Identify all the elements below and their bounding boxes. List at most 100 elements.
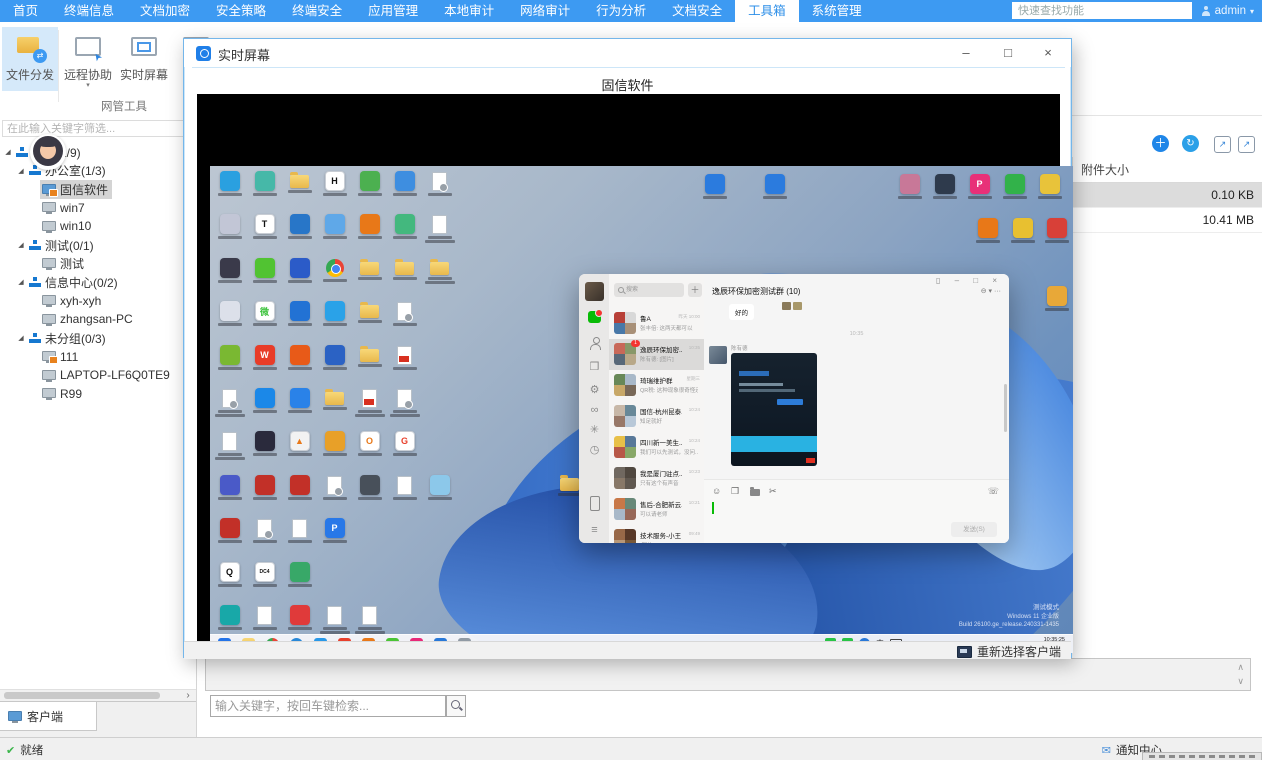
refresh-button[interactable]: ↻	[1182, 135, 1199, 152]
desktop-icon[interactable]	[705, 174, 725, 194]
desktop-icon[interactable]: W	[255, 345, 275, 365]
folder-icon[interactable]	[360, 262, 379, 275]
desktop-icon[interactable]	[220, 258, 240, 278]
desktop-icon-cell[interactable]	[892, 174, 927, 199]
desktop-icon[interactable]	[255, 475, 275, 495]
desktop-icon-cell[interactable]	[212, 388, 247, 417]
chat-list-item[interactable]: 四川新一美生...10:24我们可以先测试，没问...	[609, 432, 704, 463]
menu-item-行为分析[interactable]: 行为分析	[583, 0, 659, 22]
desktop-icon[interactable]	[360, 171, 380, 191]
desktop-icon[interactable]	[935, 174, 955, 194]
desktop-icon[interactable]	[220, 171, 240, 191]
file-icon[interactable]	[432, 215, 447, 234]
desktop-icon[interactable]	[900, 174, 920, 194]
sender-avatar[interactable]	[709, 346, 727, 364]
contacts-icon[interactable]	[589, 337, 601, 349]
desktop-icon[interactable]	[1047, 218, 1067, 238]
tree-item-测试(0/1)[interactable]: ◢测试(0/1)	[0, 236, 213, 254]
chat-icon[interactable]	[588, 311, 601, 323]
desktop-icon[interactable]	[290, 214, 310, 234]
desktop-icon-cell[interactable]: W	[247, 345, 282, 370]
desktop-icon[interactable]: P	[325, 518, 345, 538]
desktop-icon-cell[interactable]	[212, 605, 247, 630]
desktop-icon-cell[interactable]	[282, 171, 317, 193]
tab-clients[interactable]: 客户端	[0, 702, 97, 731]
desktop-icon[interactable]: H	[325, 171, 345, 191]
desktop-icon-cell[interactable]	[1039, 218, 1073, 243]
menu-item-系统管理[interactable]: 系统管理	[799, 0, 875, 22]
export-button[interactable]: ↗	[1214, 136, 1231, 153]
search-button[interactable]	[446, 695, 466, 717]
desktop-icon-cell[interactable]	[212, 475, 247, 500]
desktop-icon-cell[interactable]	[387, 475, 422, 500]
message-image[interactable]	[731, 353, 817, 466]
gearfile-icon[interactable]	[432, 172, 447, 191]
tree-expander-icon[interactable]: ◢	[4, 148, 12, 156]
desktop-icon-cell[interactable]	[247, 518, 282, 543]
tree-item-办公室(1/3)[interactable]: ◢办公室(1/3)	[0, 162, 213, 180]
menu-icon[interactable]: ≡	[588, 524, 601, 537]
desktop-icon-cell[interactable]: G	[387, 431, 422, 456]
add-button[interactable]: ＋	[1152, 135, 1169, 152]
desktop-icon[interactable]	[290, 345, 310, 365]
desktop-icon-cell[interactable]	[282, 605, 317, 630]
inf-icon[interactable]: ∞	[588, 404, 601, 417]
desktop-icon-cell[interactable]	[352, 258, 387, 280]
desktop-icon-cell[interactable]	[757, 174, 792, 199]
desktop-icon-cell[interactable]	[247, 171, 282, 196]
file-icon[interactable]	[397, 476, 412, 495]
menu-item-本地审计[interactable]: 本地审计	[431, 0, 507, 22]
desktop-icon[interactable]	[220, 345, 240, 365]
folder-icon[interactable]	[560, 478, 579, 491]
desktop-icon[interactable]: O	[360, 431, 380, 451]
desktop-icon[interactable]	[395, 214, 415, 234]
desktop-icon-cell[interactable]	[352, 605, 387, 634]
wechat-new-chat-button[interactable]: ＋	[688, 283, 702, 297]
desktop-icon-cell[interactable]	[212, 518, 247, 543]
desktop-icon-cell[interactable]	[387, 214, 422, 239]
desktop-icon-cell[interactable]	[927, 174, 962, 199]
desktop-icon-cell[interactable]	[317, 431, 352, 456]
desktop-icon[interactable]	[220, 605, 240, 625]
tree-expander-icon[interactable]: ◢	[17, 241, 25, 249]
maximize-button[interactable]: □	[991, 43, 1025, 63]
desktop-icon-cell[interactable]	[282, 518, 317, 543]
desktop-icon[interactable]	[1047, 286, 1067, 306]
desktop-icon-cell[interactable]	[352, 171, 387, 196]
table-row[interactable]: 0.10 KB	[1072, 183, 1262, 208]
tree-filter-input[interactable]	[2, 120, 192, 137]
desktop-icon[interactable]: DC4	[255, 562, 275, 582]
desktop-icon-cell[interactable]	[317, 214, 352, 239]
desktop-icon[interactable]	[220, 518, 240, 538]
desktop-icon-cell[interactable]	[212, 171, 247, 196]
gear-icon[interactable]: ⚙	[588, 384, 601, 397]
desktop-icon[interactable]: 微	[255, 301, 275, 321]
desktop-icon[interactable]	[325, 214, 345, 234]
desktop-icon[interactable]	[978, 218, 998, 238]
folder-icon[interactable]	[360, 349, 379, 362]
chat-scrollbar[interactable]	[1004, 384, 1007, 432]
desktop-icon-cell[interactable]	[282, 258, 317, 283]
voice-call-icon[interactable]: ☏	[988, 486, 999, 497]
gearfile-icon[interactable]	[257, 519, 272, 538]
box-icon[interactable]: ❒	[588, 361, 601, 374]
gearfile-icon[interactable]	[222, 389, 237, 408]
dialog-titlebar[interactable]: 实时屏幕 – □ ×	[184, 39, 1071, 67]
folder-icon[interactable]	[395, 262, 414, 275]
desktop-icon-cell[interactable]	[247, 431, 282, 456]
scroll-down-icon[interactable]: ∨	[1237, 676, 1244, 687]
send-button[interactable]: 发送(S)	[951, 522, 997, 537]
desktop-icon-cell[interactable]	[212, 345, 247, 370]
desktop-icon-cell[interactable]: DC4	[247, 562, 282, 587]
file-icon[interactable]	[257, 606, 272, 625]
smile-icon[interactable]: ☺	[712, 486, 721, 496]
wechat-window[interactable]: ❒⚙∞✳◷≡ 搜索 ＋ 鲁A昨天 10:00张丰倍: 这两天都可以1逸辰环保加密…	[579, 274, 1009, 543]
desktop-icon[interactable]	[325, 345, 345, 365]
desktop-icon-cell[interactable]: Q	[212, 562, 247, 587]
gearfile-icon[interactable]	[327, 476, 342, 495]
wechat-avatar[interactable]	[585, 282, 604, 301]
desktop-icon-cell[interactable]	[317, 301, 352, 326]
scroll-right-arrow[interactable]: ›	[182, 690, 194, 701]
menu-item-应用管理[interactable]: 应用管理	[355, 0, 431, 22]
desktop-icon-cell[interactable]	[1039, 286, 1073, 311]
